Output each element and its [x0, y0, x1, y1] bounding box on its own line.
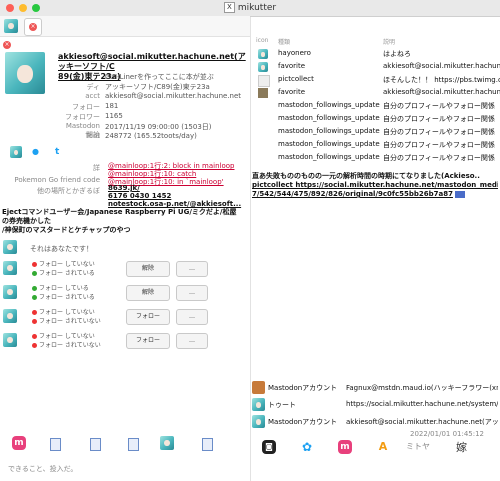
related-row[interactable]: Mastodonアカウント Fagnux@mstdn.maud.io(ハッキーフ… — [252, 380, 500, 397]
pokemon-code: 6176 0430 1452 — [108, 192, 172, 200]
event-row[interactable]: mastodon_followings_update 自分のプロフィールやフォロー… — [256, 153, 500, 165]
event-row[interactable]: mastodon_followings_update 自分のプロフィールやフォロー… — [256, 127, 500, 139]
a-tab-icon[interactable]: A — [376, 440, 390, 454]
hayonero-icon — [258, 49, 268, 59]
event-detail: 直あ失敗もののものの一元の解析時間の時期にてなりました(Ackieso.. pi… — [252, 172, 498, 198]
link-label: 詳 — [93, 164, 100, 172]
x11-icon: X — [223, 2, 235, 13]
document-icon[interactable] — [90, 438, 101, 451]
notify-tab-icon[interactable]: ◙ — [262, 440, 276, 454]
follow-button[interactable]: フォロー — [126, 309, 170, 325]
profile-links[interactable]: @mainloop:1行:2: block in mainloop @mainl… — [108, 162, 235, 186]
more-button[interactable]: … — [176, 309, 208, 325]
window-title: Xmikutter — [0, 2, 500, 13]
account-avatar — [252, 398, 265, 411]
unfollow-button[interactable]: 解除 — [126, 261, 170, 277]
relation-header: それはあなたです！ — [30, 245, 93, 253]
relation-row: フォロー していない フォロー されている 解除 … — [0, 258, 250, 282]
favorite-icon — [258, 62, 268, 72]
event-row[interactable]: favorite akkiesoft@social.mikutter.hachun… — [256, 62, 500, 74]
title-bar: Xmikutter — [0, 0, 500, 17]
event-row[interactable]: mastodon_followings_update 自分のプロフィールやフォロー… — [256, 140, 500, 152]
user-avatar[interactable] — [3, 285, 17, 299]
account-avatar — [252, 415, 265, 428]
close-tab-button[interactable]: × — [24, 18, 42, 36]
paw-tab-icon[interactable]: ✿ — [300, 440, 314, 454]
twitter-bird-icon[interactable]: t — [55, 147, 59, 157]
self-avatar — [3, 240, 17, 254]
follow-button[interactable]: フォロー — [126, 333, 170, 349]
user-avatar[interactable] — [3, 309, 17, 323]
user-avatar[interactable] — [3, 333, 17, 347]
profile-tab-avatar[interactable] — [4, 19, 18, 33]
event-row[interactable]: pictcollect ほそんした！！ https://pbs.twimg.com — [256, 75, 500, 87]
account-avatar — [252, 381, 265, 394]
related-list: Mastodonアカウント Fagnux@mstdn.maud.io(ハッキーフ… — [252, 380, 500, 431]
col-header-desc[interactable]: 説明 — [383, 37, 395, 46]
relation-row: フォロー している フォロー されている 解除 … — [0, 282, 250, 306]
favorite-icon — [258, 88, 268, 98]
close-icon[interactable]: × — [3, 41, 11, 49]
mitoya-tab[interactable]: ミトヤ — [406, 441, 430, 452]
document-icon[interactable] — [50, 438, 61, 451]
relation-row: フォロー していない フォロー されていない フォロー … — [0, 330, 250, 354]
yome-tab[interactable]: 嫁 — [456, 439, 467, 455]
more-button[interactable]: … — [176, 261, 208, 277]
related-row[interactable]: トゥート https://social.mikutter.hachune.net… — [252, 397, 500, 414]
account-avatar-small[interactable] — [10, 146, 22, 158]
relation-list: フォロー していない フォロー されている 解除 … フォロー している フォロ… — [0, 258, 250, 354]
related-row[interactable]: Mastodonアカウント akkiesoft@social.mikutter.… — [252, 414, 500, 431]
close-icon: × — [29, 23, 37, 31]
event-row[interactable]: hayonero はよねろ — [256, 49, 500, 61]
unfollow-button[interactable]: 解除 — [126, 285, 170, 301]
document-icon[interactable] — [128, 438, 139, 451]
notestock-link[interactable]: notestock.osa-p.net/@akkiesoft... — [108, 200, 241, 208]
event-row[interactable]: mastodon_followings_update 自分のプロフィールやフォロー… — [256, 101, 500, 113]
twitter-icon[interactable]: ● — [32, 147, 42, 157]
user-avatar[interactable] — [3, 261, 17, 275]
profile-fields: CUI-Linerを作ってここに本が並ぶ ディ アッキーソフト/C89(金)東テ2… — [65, 73, 242, 140]
profile-extra: 詳 @mainloop:1行:2: block in mainloop @mai… — [0, 162, 250, 208]
event-row[interactable]: favorite akkiesoft@social.mikutter.hachun… — [256, 88, 500, 100]
post-input[interactable]: できること、投入だ。 — [8, 464, 77, 474]
left-tab-bar: m — [0, 428, 250, 452]
more-button[interactable]: … — [176, 333, 208, 349]
user-tab-avatar[interactable] — [160, 436, 174, 450]
profile-bio: Ejectコマンドユーザー会/Japanese Raspberry Pi UG/… — [2, 208, 237, 234]
event-row[interactable]: mastodon_followings_update 自分のプロフィールやフォロー… — [256, 114, 500, 126]
document-icon[interactable] — [202, 438, 213, 451]
pane-divider[interactable] — [250, 17, 251, 481]
pokemon-label: Pokemon Go friend code — [14, 176, 100, 184]
pictcollect-icon — [258, 75, 270, 87]
col-header-type[interactable]: 種類 — [278, 37, 290, 46]
more-button[interactable]: … — [176, 285, 208, 301]
image-icon[interactable] — [454, 190, 465, 198]
left-tab-strip: × — [0, 16, 250, 37]
other-place-label: 他の場所とかぎるぼ — [37, 187, 100, 195]
timestamp: 2022/01/01 01:45:12 — [410, 430, 485, 438]
col-header-icon[interactable]: icon — [256, 37, 268, 44]
link-jk[interactable]: 8639.jk/ — [108, 184, 140, 192]
mastodon-tab-icon[interactable]: m — [338, 440, 352, 454]
relation-row: フォロー していない フォロー されていない フォロー … — [0, 306, 250, 330]
mastodon-icon[interactable]: m — [12, 436, 26, 450]
profile-avatar[interactable] — [5, 52, 45, 94]
